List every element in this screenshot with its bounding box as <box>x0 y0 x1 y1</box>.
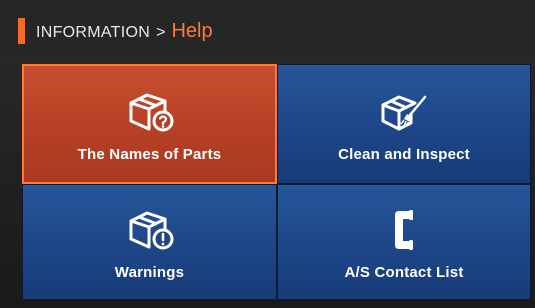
tile-label: Clean and Inspect <box>338 145 470 163</box>
tile-label: Warnings <box>114 263 185 281</box>
clean-and-inspect-button[interactable]: Clean and Inspect <box>277 64 531 184</box>
names-of-parts-button[interactable]: The Names of Parts <box>22 64 277 184</box>
breadcrumb-section[interactable]: INFORMATION <box>36 24 150 42</box>
header-accent-bar <box>18 18 25 44</box>
help-screen: INFORMATION > Help The Names of Parts Cl… <box>0 0 535 308</box>
tile-label: The Names of Parts <box>77 145 222 163</box>
page-title: Help <box>171 20 213 42</box>
box-brush-icon <box>375 86 433 138</box>
box-warning-icon <box>121 204 179 256</box>
phone-icon <box>375 204 433 256</box>
box-question-icon <box>121 86 179 138</box>
header-bar: INFORMATION > Help <box>0 0 535 58</box>
tile-label: A/S Contact List <box>344 263 464 281</box>
help-menu-grid: The Names of Parts Clean and Inspect War… <box>22 64 531 300</box>
warnings-button[interactable]: Warnings <box>22 184 277 300</box>
as-contact-list-button[interactable]: A/S Contact List <box>277 184 531 300</box>
breadcrumb: INFORMATION > Help <box>36 20 213 44</box>
breadcrumb-separator: > <box>156 24 166 41</box>
